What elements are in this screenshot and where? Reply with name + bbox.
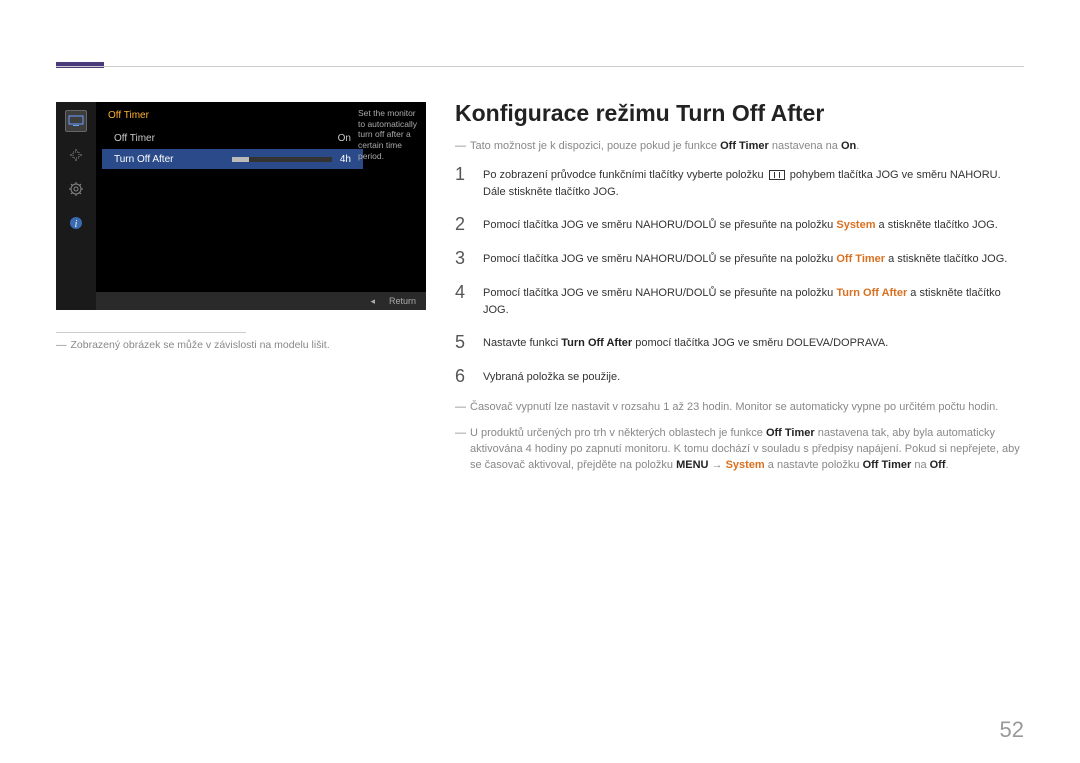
step-body: Pomocí tlačítka JOG ve směru NAHORU/DOLŮ… xyxy=(483,283,1024,319)
osd-row-value: 4h xyxy=(340,154,351,165)
header-rule xyxy=(56,66,1024,67)
image-caption: ― Zobrazený obrázek se může v závislosti… xyxy=(56,333,426,351)
intro-note-body: Tato možnost je k dispozici, pouze pokud… xyxy=(470,139,1024,155)
osd-footer: ◂ Return xyxy=(96,292,426,310)
right-column: Konfigurace režimu Turn Off After ― Tato… xyxy=(455,100,1024,484)
step-5: 5 Nastavte funkci Turn Off After pomocí … xyxy=(455,333,1024,353)
steps-list: 1 Po zobrazení průvodce funkčními tlačít… xyxy=(455,165,1024,386)
osd-sidebar: i xyxy=(56,102,96,310)
step-number: 6 xyxy=(455,367,469,387)
monitor-icon xyxy=(65,110,87,132)
dash-icon: ― xyxy=(56,339,67,351)
step-number: 4 xyxy=(455,283,469,303)
osd-main: Off Timer Off Timer On Turn Off After 4h… xyxy=(96,102,426,310)
step-3: 3 Pomocí tlačítka JOG ve směru NAHORU/DO… xyxy=(455,249,1024,269)
settings-icon xyxy=(65,178,87,200)
dash-icon: ― xyxy=(455,426,466,474)
footnotes: ― Časovač vypnutí lze nastavit v rozsahu… xyxy=(455,400,1024,474)
page-number: 52 xyxy=(1000,717,1024,743)
step-body: Pomocí tlačítka JOG ve směru NAHORU/DOLŮ… xyxy=(483,215,998,234)
step-body: Nastavte funkci Turn Off After pomocí tl… xyxy=(483,333,888,352)
step-body: Pomocí tlačítka JOG ve směru NAHORU/DOLŮ… xyxy=(483,249,1007,268)
footnote-body: U produktů určených pro trh v některých … xyxy=(470,426,1024,474)
caption-text: Zobrazený obrázek se může v závislosti n… xyxy=(71,339,330,351)
intro-note: ― Tato možnost je k dispozici, pouze pok… xyxy=(455,139,1024,155)
dash-icon: ― xyxy=(455,139,466,155)
osd-row-turn-off-after: Turn Off After 4h xyxy=(102,149,363,169)
osd-row-label: Turn Off After xyxy=(114,154,173,165)
position-icon xyxy=(65,144,87,166)
step-number: 1 xyxy=(455,165,469,185)
osd-screenshot: i Off Timer Off Timer On Turn Off After … xyxy=(56,102,426,310)
osd-slider xyxy=(232,157,332,162)
step-number: 3 xyxy=(455,249,469,269)
page-heading: Konfigurace režimu Turn Off After xyxy=(455,100,1024,127)
step-number: 2 xyxy=(455,215,469,235)
step-4: 4 Pomocí tlačítka JOG ve směru NAHORU/DO… xyxy=(455,283,1024,319)
step-body: Po zobrazení průvodce funkčními tlačítky… xyxy=(483,165,1024,201)
osd-row-off-timer: Off Timer On xyxy=(102,128,363,148)
dash-icon: ― xyxy=(455,400,466,416)
osd-row-value: On xyxy=(338,133,351,144)
osd-help-text: Set the monitor to automatically turn of… xyxy=(358,108,420,161)
header-accent xyxy=(56,62,104,68)
menu-icon xyxy=(769,170,785,180)
step-number: 5 xyxy=(455,333,469,353)
step-2: 2 Pomocí tlačítka JOG ve směru NAHORU/DO… xyxy=(455,215,1024,235)
osd-row-label: Off Timer xyxy=(114,133,155,144)
back-icon: ◂ xyxy=(370,296,375,307)
step-body: Vybraná položka se použije. xyxy=(483,367,620,386)
footnote-body: Časovač vypnutí lze nastavit v rozsahu 1… xyxy=(470,400,1024,416)
footnote-2: ― U produktů určených pro trh v některýc… xyxy=(455,426,1024,474)
footnote-1: ― Časovač vypnutí lze nastavit v rozsahu… xyxy=(455,400,1024,416)
info-icon: i xyxy=(65,212,87,234)
step-1: 1 Po zobrazení průvodce funkčními tlačít… xyxy=(455,165,1024,201)
return-label: Return xyxy=(389,296,416,306)
left-column: i Off Timer Off Timer On Turn Off After … xyxy=(56,102,426,351)
svg-text:i: i xyxy=(75,219,78,230)
step-6: 6 Vybraná položka se použije. xyxy=(455,367,1024,387)
